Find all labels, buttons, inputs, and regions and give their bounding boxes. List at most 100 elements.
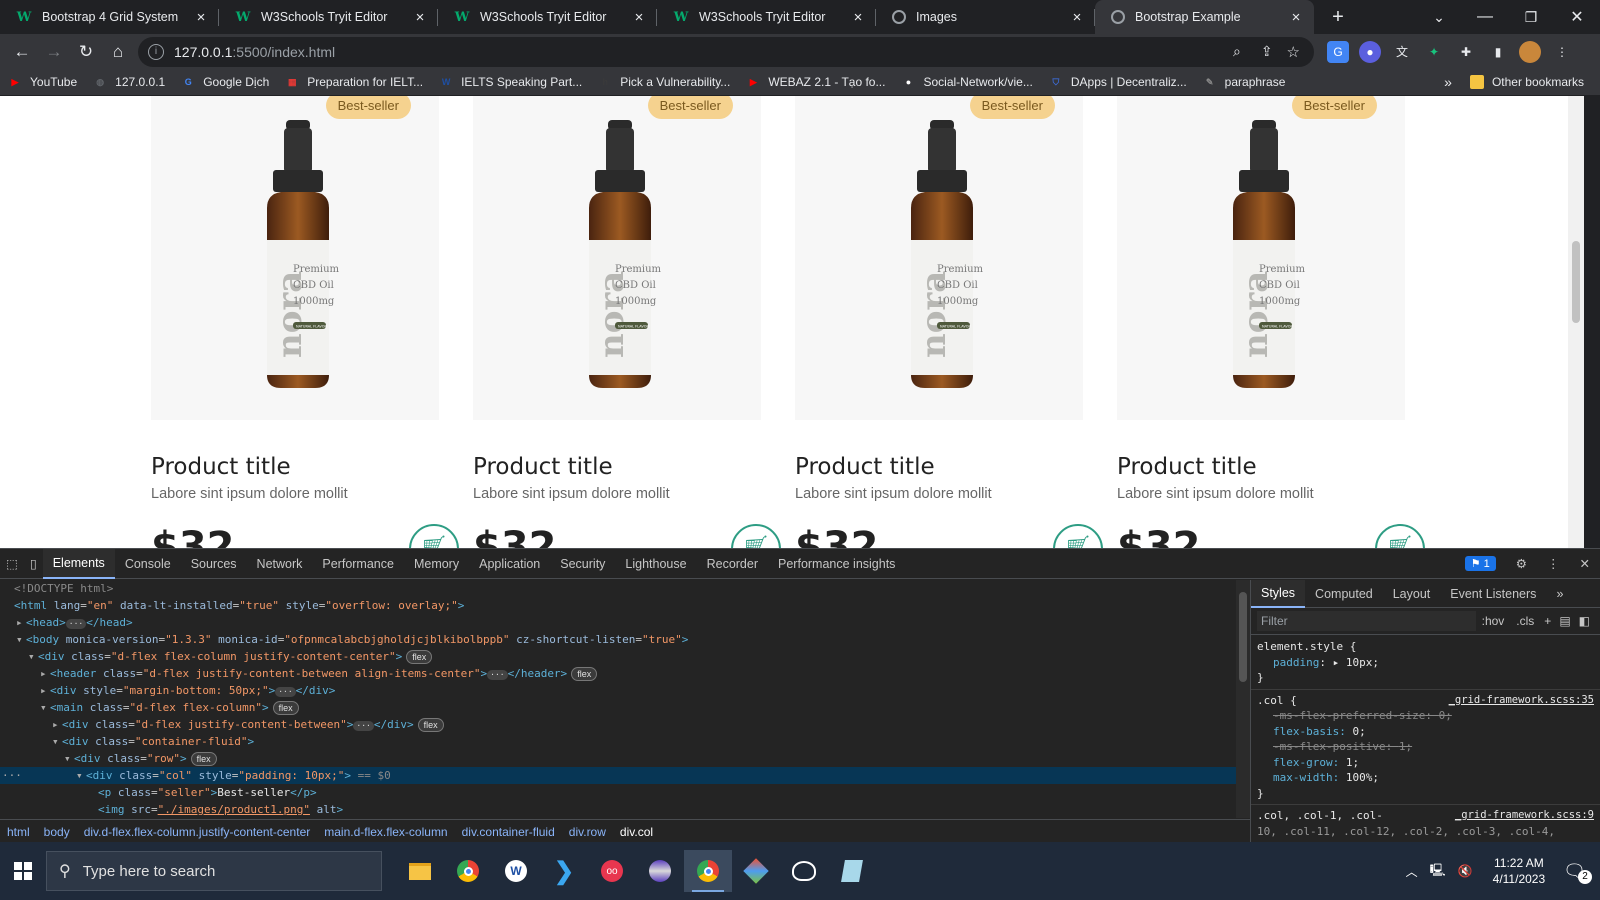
devtools-tab[interactable]: Application — [469, 549, 550, 579]
breadcrumb-item[interactable]: div.row — [569, 825, 606, 839]
styles-subtab[interactable]: Styles — [1251, 579, 1306, 608]
toggle-sidebar-icon[interactable]: ◧ — [1579, 614, 1590, 628]
settings-gear-icon[interactable]: ⚙ — [1506, 549, 1537, 579]
browser-tab[interactable]: W W3Schools Tryit Editor × — [657, 0, 876, 34]
devtools-tab[interactable]: Memory — [404, 549, 469, 579]
css-property[interactable]: padding: ▸ 10px; — [1257, 655, 1594, 671]
browser-tab[interactable]: W W3Schools Tryit Editor × — [438, 0, 657, 34]
bookmark-item[interactable]: h Pick a Vulnerability... — [598, 75, 731, 89]
browser-tab[interactable]: W Bootstrap 4 Grid System × — [0, 0, 219, 34]
breadcrumb-item[interactable]: div.col — [620, 825, 653, 839]
rule-source-link[interactable]: _grid-framework.scss:9 — [1455, 808, 1594, 824]
chrome-active-icon[interactable] — [684, 850, 732, 892]
styles-filter-input[interactable]: Filter — [1257, 611, 1476, 631]
devtools-tab[interactable]: Elements — [42, 548, 115, 579]
styles-subtab[interactable]: Computed — [1305, 580, 1383, 608]
styles-subtab[interactable]: Event Listeners — [1440, 580, 1546, 608]
bookmark-star-icon[interactable]: ☆ — [1287, 43, 1300, 61]
css-property[interactable]: flex-basis: 0; — [1257, 724, 1594, 740]
devtools-tab[interactable]: Network — [247, 549, 313, 579]
forward-icon[interactable]: → — [38, 36, 70, 68]
new-rule-icon[interactable]: + — [1544, 614, 1551, 628]
bookmark-item[interactable]: ▶ YouTube — [8, 75, 78, 89]
dom-line-row[interactable]: ▾ <div class="row"> flex — [0, 750, 1236, 767]
bookmark-item[interactable]: ▶ WEBAZ 2.1 - Tạo fo... — [746, 75, 886, 89]
new-tab-button[interactable]: + — [1314, 0, 1362, 34]
styles-subtab[interactable]: Layout — [1383, 580, 1441, 608]
bookmark-item[interactable]: W IELTS Speaking Part... — [439, 75, 582, 89]
issues-badge[interactable]: ⚑ 1 — [1455, 549, 1506, 579]
other-bookmarks-folder[interactable]: Other bookmarks — [1469, 75, 1584, 89]
volume-muted-icon[interactable]: 🔇 — [1458, 864, 1473, 878]
bookmark-item[interactable]: ◍ 127.0.0.1 — [93, 75, 165, 89]
chrome-icon[interactable] — [444, 850, 492, 892]
dom-line-body[interactable]: ▾ <body monica-version="1.3.3" monica-id=… — [0, 631, 1236, 648]
bookmark-item[interactable]: ⛉ DApps | Decentraliz... — [1049, 75, 1186, 89]
dom-line-justify-div[interactable]: ▸ <div class="d-flex justify-content-betw… — [0, 716, 1236, 733]
cls-toggle[interactable]: .cls — [1516, 614, 1534, 628]
minimize-icon[interactable]: — — [1462, 0, 1508, 34]
close-tab-icon[interactable]: × — [850, 9, 866, 26]
browser-tab[interactable]: W W3Schools Tryit Editor × — [219, 0, 438, 34]
product-image-box[interactable]: Best-seller nora Premium CBD Oil 1000mg … — [151, 96, 439, 420]
css-property[interactable]: -ms-flex-positive: 1; — [1257, 739, 1594, 755]
bookmark-item[interactable]: G Google Dịch — [181, 75, 270, 89]
devtools-tab[interactable]: Performance insights — [768, 549, 905, 579]
browser-tab[interactable]: Images × — [876, 0, 1095, 34]
notepad-icon[interactable] — [828, 850, 876, 892]
monica-extension-icon[interactable]: ● — [1359, 40, 1381, 63]
dom-line-seller-p[interactable]: <p class="seller">Best-seller</p> — [0, 784, 1236, 801]
add-to-cart-icon[interactable]: 🛒︎ — [731, 524, 781, 548]
app-icon-red[interactable]: oo — [588, 850, 636, 892]
browser-tab[interactable]: Bootstrap Example × — [1095, 0, 1314, 34]
window-close-icon[interactable]: ✕ — [1554, 0, 1600, 34]
css-property[interactable]: max-width: 100%; — [1257, 770, 1594, 786]
bookmark-item[interactable]: ✎ paraphrase — [1203, 75, 1286, 89]
app-icon-purple[interactable] — [636, 850, 684, 892]
elements-scrollbar[interactable] — [1236, 580, 1250, 818]
devtools-tab[interactable]: Security — [550, 549, 615, 579]
dom-line-html[interactable]: <html lang="en" data-lt-installed="true"… — [0, 597, 1236, 614]
dom-line-main[interactable]: ▾ <main class="d-flex flex-column"> flex — [0, 699, 1236, 716]
bookmark-item[interactable]: ▦ Preparation for IELT... — [285, 75, 423, 89]
network-icon[interactable]: 🖳 — [1430, 861, 1446, 882]
devtools-tab[interactable]: Lighthouse — [615, 549, 696, 579]
close-tab-icon[interactable]: × — [631, 9, 647, 26]
side-panel-icon[interactable]: ▮ — [1487, 41, 1509, 63]
tab-search-icon[interactable]: ⌄ — [1416, 0, 1462, 34]
add-to-cart-icon[interactable]: 🛒︎ — [409, 524, 459, 548]
device-toolbar-icon[interactable]: ▯ — [24, 549, 43, 579]
bookmark-item[interactable]: ● Social-Network/vie... — [901, 75, 1033, 89]
dom-line-header[interactable]: ▸ <header class="d-flex justify-content-b… — [0, 665, 1236, 682]
site-info-icon[interactable]: i — [148, 43, 164, 60]
chevron-up-icon[interactable]: ︿ — [1406, 863, 1418, 880]
dom-line-col-selected[interactable]: ··· ▾ <div class="col" style="padding: 10p… — [0, 767, 1236, 784]
close-tab-icon[interactable]: × — [193, 9, 209, 26]
file-explorer-icon[interactable] — [396, 850, 444, 892]
close-tab-icon[interactable]: × — [412, 9, 428, 26]
zoom-icon[interactable]: ⌕ — [1233, 43, 1241, 60]
chrome-menu-icon[interactable]: ⋮ — [1551, 41, 1573, 63]
dom-line-doctype[interactable]: <!DOCTYPE html> — [0, 580, 1236, 597]
dom-line-container[interactable]: ▾ <div class="container-fluid"> — [0, 733, 1236, 750]
restore-icon[interactable]: ❐ — [1508, 0, 1554, 34]
dom-line-spacer-div[interactable]: ▸ <div style="margin-bottom: 50px;"> ··· </… — [0, 682, 1236, 699]
product-image-box[interactable]: Best-seller nora Premium CBD Oil 1000mg … — [795, 96, 1083, 420]
extensions-puzzle-icon[interactable]: ✚ — [1455, 41, 1477, 63]
rule-source-link[interactable]: _grid-framework.scss:35 — [1449, 693, 1594, 709]
devtools-tab[interactable]: Console — [115, 549, 181, 579]
address-bar[interactable]: i 127.0.0.1:5500/index.html ⌕ ⇪ ☆ — [138, 36, 1314, 67]
hov-toggle[interactable]: :hov — [1482, 614, 1505, 628]
more-tabs-icon[interactable]: » — [1546, 580, 1573, 608]
breadcrumb-item[interactable]: div.d-flex.flex-column.justify-content-c… — [84, 825, 311, 839]
close-devtools-icon[interactable]: ✕ — [1570, 549, 1600, 579]
page-scrollbar-thumb[interactable] — [1572, 241, 1580, 323]
notifications-icon[interactable]: 🗨 2 — [1563, 861, 1592, 884]
dom-line-img[interactable]: <img src="./images/product1.png" alt> — [0, 801, 1236, 818]
close-tab-icon[interactable]: × — [1069, 9, 1085, 26]
add-to-cart-icon[interactable]: 🛒︎ — [1375, 524, 1425, 548]
taskbar-search-box[interactable]: ⚲ Type here to search — [46, 851, 382, 891]
close-tab-icon[interactable]: × — [1288, 9, 1304, 26]
word-icon[interactable]: W — [492, 850, 540, 892]
more-bookmarks-icon[interactable]: » — [1444, 74, 1452, 90]
